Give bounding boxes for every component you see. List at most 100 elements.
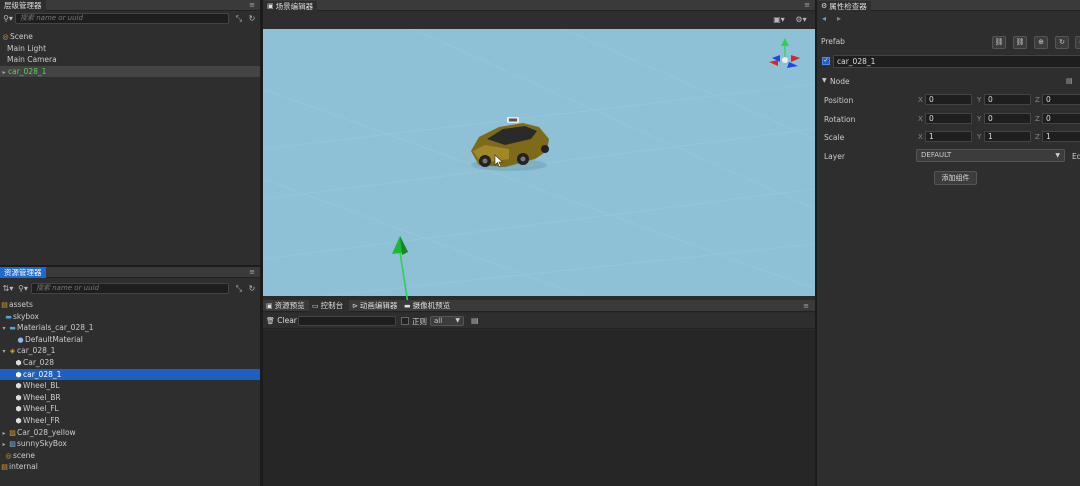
section-menu-icon[interactable]: ▤ [1066,77,1073,85]
link-prefab-button[interactable]: ⛓ [992,36,1006,49]
axis-orientation-gizmo[interactable] [769,38,805,70]
panel-menu-icon[interactable]: ≡ [804,0,810,11]
tree-item-car-028-1-folder[interactable]: ▾ ◈ car_028_1 [0,345,260,357]
tree-item-default-material[interactable]: ●DefaultMaterial [0,334,260,346]
expand-arrow-icon[interactable]: ▸ [0,67,8,79]
scene-title-bar: ▣ 场景编辑器 ≡ [263,0,815,12]
locate-prefab-button[interactable]: ⊕ [1034,36,1048,49]
tree-item-car-028-yellow[interactable]: ▸ ▨Car_028_yellow [0,427,260,439]
hierarchy-title-bar: 层级管理器 ≡ [0,0,260,11]
layer-value: DEFAULT [921,151,952,159]
clear-button[interactable]: 🗑︎ Clear [266,315,297,327]
tab-label: 资源预览 [274,301,305,310]
revert-prefab-button[interactable]: ↻ [1055,36,1069,49]
database-icon: ▤ [1,463,8,472]
panel-menu-icon[interactable]: ≡ [803,300,809,312]
assets-panel: 资源管理器 ≡ ⇅▾ ⚲▾ 搜索 name or uuid ⤡ ↻ ▤asset… [0,267,260,486]
search-icon[interactable]: ⚲▾ [17,283,29,295]
node-name-input[interactable]: car_028_1 [833,55,1080,68]
scale-x-input[interactable]: 1 [925,131,972,142]
tab-asset-preview[interactable]: ▣ 资源预览 [263,300,309,312]
layer-label: Layer [824,152,845,161]
search-icon[interactable]: ⚲▾ [2,13,14,25]
refresh-icon[interactable]: ↻ [246,13,258,25]
camera-icon: ▬ [404,301,411,310]
collapse-icon[interactable]: ⤡ [233,283,245,295]
tree-item-car-028-1-prefab[interactable]: ⬢car_028_1 [0,368,260,381]
tree-item-label: internal [9,462,38,472]
tree-item-label: car_028_1 [8,66,47,76]
refresh-icon[interactable]: ↻ [246,283,258,295]
unlink-prefab-button[interactable]: ⛓ [1013,36,1027,49]
tree-item-label: car_028_1 [17,346,56,356]
log-level-select[interactable]: all ▼ [430,316,464,326]
tab-assets[interactable]: 资源管理器 [0,267,46,278]
move-gizmo[interactable] [388,234,418,304]
panel-menu-icon[interactable]: ≡ [249,0,255,11]
tree-item-main-camera[interactable]: Main Camera [0,54,260,66]
tree-item-wheel-fl[interactable]: ⬢Wheel_FL [0,403,260,415]
tree-item-car-028-1[interactable]: ▸ car_028_1 [0,65,260,79]
hierarchy-search-input[interactable]: 搜索 name or uuid [15,13,229,24]
car-model[interactable] [465,111,555,176]
tree-item-materials[interactable]: ▾ ▬Materials_car_028_1 [0,322,260,334]
tree-item-internal[interactable]: ▤internal [0,461,260,473]
scene-editor-title: 场景编辑器 [275,2,314,11]
tab-animation-editor[interactable]: ⊳ 动画编辑器 [349,300,401,312]
tab-inspector[interactable]: ⚙ 属性检查器 [817,1,871,12]
layer-edit-label[interactable]: Ed [1072,152,1080,161]
tab-hierarchy[interactable]: 层级管理器 [0,0,46,11]
console-output[interactable] [263,330,815,486]
inspector-title: 属性检查器 [829,2,867,11]
scene-viewport[interactable] [263,29,815,304]
position-x-input[interactable]: 0 [925,94,972,105]
tree-item-car-028[interactable]: ⬢Car_028 [0,357,260,369]
node-section-header[interactable]: ▼ Node ▤ [817,75,1080,89]
tab-camera-preview[interactable]: ▬ 摄像机预览 [401,300,456,312]
position-label: Position [824,96,854,105]
inspector-icon: ⚙ [821,2,828,10]
position-y-input[interactable]: 0 [984,94,1031,105]
tab-scene-editor[interactable]: ▣ 场景编辑器 [263,1,318,12]
scale-y-input[interactable]: 1 [984,131,1031,142]
axis-y-label: Y [977,96,982,104]
tree-item-wheel-fr[interactable]: ⬢Wheel_FR [0,415,260,427]
log-level-value: all [434,317,443,325]
position-z-input[interactable]: 0 [1042,94,1080,105]
collapse-icon[interactable]: ⤡ [233,13,245,25]
rotation-z-input[interactable]: 0 [1042,113,1080,124]
node-active-checkbox[interactable]: ✓ [822,57,830,65]
scene-editor-panel: ▣ 场景编辑器 ≡ ▣▾ ⚙▾ [263,0,815,29]
tree-item-wheel-bl[interactable]: ⬢Wheel_BL [0,380,260,392]
sort-icon[interactable]: ⇅▾ [2,283,14,295]
apply-prefab-button[interactable]: ⊙ [1075,36,1080,49]
rotation-x-input[interactable]: 0 [925,113,972,124]
layer-select[interactable]: DEFAULT ▼ [916,149,1065,162]
tree-item-sunny-skybox[interactable]: ▸ ▨sunnySkyBox [0,438,260,450]
forward-arrow-icon[interactable]: ▸ [837,14,841,23]
back-arrow-icon[interactable]: ◂ [822,14,826,23]
settings-gear-icon[interactable]: ⚙▾ [793,14,809,26]
regex-checkbox[interactable] [401,317,409,325]
rotation-y-input[interactable]: 0 [984,113,1031,124]
tree-item-scene[interactable]: ◎Scene [0,31,260,43]
camera-view-icon[interactable]: ▣▾ [771,14,787,26]
add-component-button[interactable]: 添加组件 [934,171,977,185]
console-filter-input[interactable] [298,316,396,326]
tree-item-skybox[interactable]: ▬skybox [0,311,260,323]
assets-search-input[interactable]: 搜索 name or uuid [31,283,229,294]
tree-item-label: sunnySkyBox [17,439,67,449]
tree-item-label: Car_028_yellow [17,427,76,437]
log-file-icon[interactable]: ▤ [471,316,479,325]
scale-z-input[interactable]: 1 [1042,131,1080,142]
assets-tree: ▤assets ▬skybox ▾ ▬Materials_car_028_1 ●D… [0,299,260,473]
tab-console[interactable]: ▭ 控制台 [309,300,349,312]
tree-item-wheel-br[interactable]: ⬢Wheel_BR [0,392,260,404]
panel-menu-icon[interactable]: ≡ [249,267,255,278]
tab-label: 摄像机预览 [412,301,451,310]
tree-item-label: Wheel_FL [23,404,59,414]
chevron-down-icon: ▼ [822,77,827,84]
tree-item-assets[interactable]: ▤assets [0,299,260,311]
tree-item-scene-asset[interactable]: ◎scene [0,450,260,462]
tree-item-main-light[interactable]: Main Light [0,43,260,55]
